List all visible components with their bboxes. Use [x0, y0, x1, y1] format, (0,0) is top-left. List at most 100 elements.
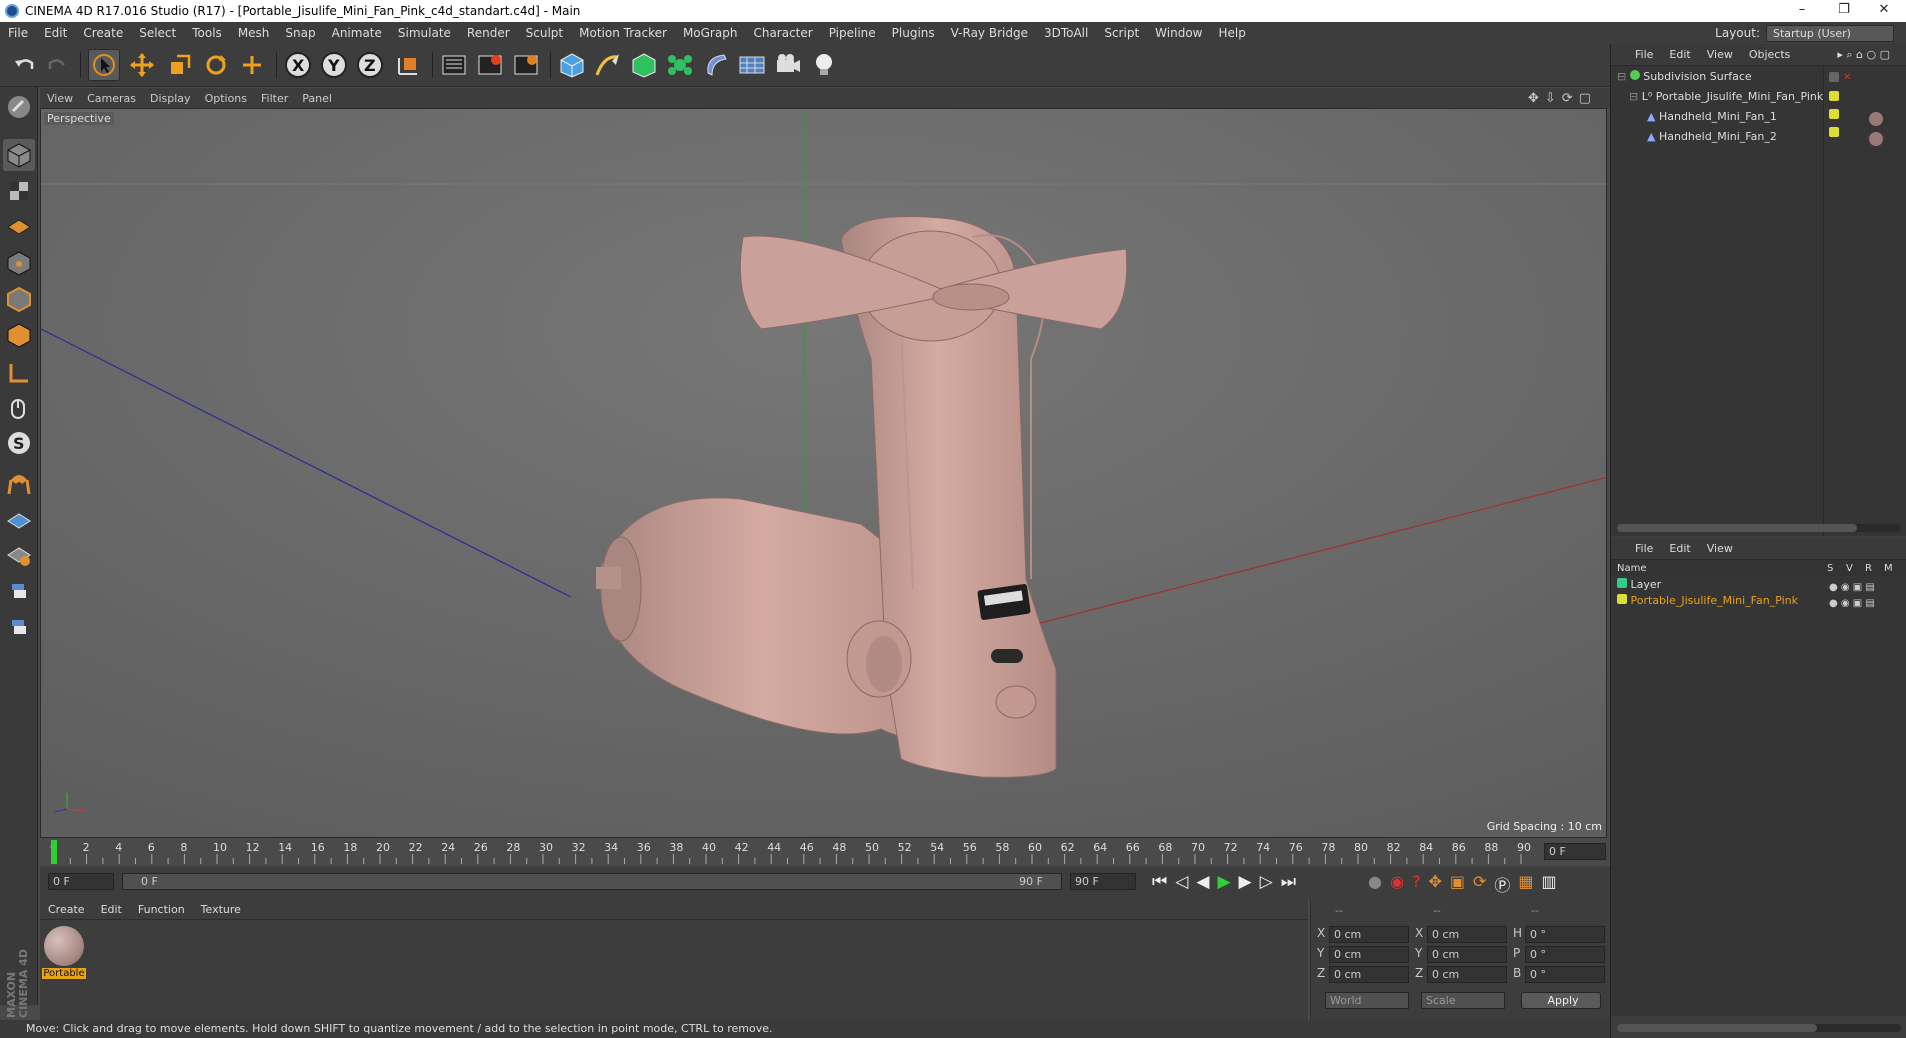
autokey-icon[interactable]: ◉: [1390, 872, 1404, 896]
live-selection-icon[interactable]: [236, 49, 268, 81]
restore-button[interactable]: ❐: [1824, 0, 1864, 22]
object-row-handheld-fan-1[interactable]: ▲ Handheld_Mini_Fan_1: [1647, 108, 1777, 126]
coordinate-system-icon[interactable]: [392, 49, 424, 81]
menu-sculpt[interactable]: Sculpt: [518, 26, 571, 40]
record-icon[interactable]: ●: [1368, 872, 1382, 896]
layer-swatch-icon[interactable]: [1829, 127, 1839, 137]
layer-swatch-icon[interactable]: [1829, 91, 1839, 101]
menu-simulate[interactable]: Simulate: [390, 26, 459, 40]
material-tag-icon[interactable]: [1869, 112, 1883, 126]
key-position-icon[interactable]: ✥: [1428, 872, 1441, 896]
layout-dropdown[interactable]: Startup (User): [1766, 24, 1894, 42]
grid-snap-icon[interactable]: [3, 539, 35, 571]
rotation-h-field[interactable]: 0 °: [1525, 926, 1605, 943]
material-tag-icon[interactable]: [1869, 132, 1883, 146]
menu-window[interactable]: Window: [1147, 26, 1210, 40]
go-to-end-icon[interactable]: ⏭: [1281, 872, 1296, 892]
menu-render[interactable]: Render: [459, 26, 518, 40]
size-mode-dropdown[interactable]: Scale: [1421, 992, 1505, 1009]
y-axis-lock-icon[interactable]: Y: [318, 49, 350, 81]
end-frame-field[interactable]: 90 F: [1070, 873, 1136, 890]
layers-menu-file[interactable]: File: [1627, 542, 1661, 555]
objects-menu-view[interactable]: View: [1699, 48, 1741, 61]
rotate-tool-icon[interactable]: [200, 49, 232, 81]
coordinate-space-dropdown[interactable]: World: [1325, 992, 1409, 1009]
timeline-ruler[interactable]: 0246810121416182022242628303234363840424…: [40, 838, 1610, 866]
size-y-field[interactable]: 0 cm: [1427, 946, 1507, 963]
minimize-button[interactable]: –: [1782, 0, 1822, 22]
material-menu-function[interactable]: Function: [130, 903, 193, 916]
rotation-b-field[interactable]: 0 °: [1525, 966, 1605, 983]
menu-vray-bridge[interactable]: V-Ray Bridge: [943, 26, 1036, 40]
render-settings-icon[interactable]: [510, 49, 542, 81]
tweak-mode-icon[interactable]: [3, 393, 35, 425]
menu-file[interactable]: File: [0, 26, 36, 40]
z-axis-lock-icon[interactable]: Z: [354, 49, 386, 81]
menu-character[interactable]: Character: [745, 26, 820, 40]
layer-swatch-icon[interactable]: [1829, 109, 1839, 119]
python-icon[interactable]: [3, 575, 35, 607]
scale-tool-icon[interactable]: [164, 49, 196, 81]
cube-primitive-icon[interactable]: [556, 49, 588, 81]
render-to-picture-viewer-icon[interactable]: [474, 49, 506, 81]
deformer-icon[interactable]: [700, 49, 732, 81]
menu-create[interactable]: Create: [75, 26, 131, 40]
points-mode-icon[interactable]: [3, 247, 35, 279]
keyframe-selection-icon[interactable]: ?: [1412, 872, 1421, 896]
key-scale-icon[interactable]: ▣: [1450, 872, 1465, 896]
object-tree-scrollbar[interactable]: [1617, 524, 1901, 532]
playhead[interactable]: [51, 840, 57, 864]
position-z-field[interactable]: 0 cm: [1329, 966, 1409, 983]
objects-menu-edit[interactable]: Edit: [1661, 48, 1698, 61]
go-to-start-icon[interactable]: ⏮: [1152, 872, 1167, 892]
menu-help[interactable]: Help: [1210, 26, 1253, 40]
menu-edit[interactable]: Edit: [36, 26, 75, 40]
select-arrow-icon[interactable]: [88, 49, 120, 81]
next-key-icon[interactable]: ▷: [1260, 872, 1273, 892]
menu-snap[interactable]: Snap: [277, 26, 323, 40]
menu-animate[interactable]: Animate: [324, 26, 390, 40]
viewport-navigation-icons[interactable]: ✥⇩⟳▢: [1521, 91, 1604, 106]
viewport-menu-filter[interactable]: Filter: [254, 92, 295, 105]
floor-scene-icon[interactable]: [736, 49, 768, 81]
layers-menu-edit[interactable]: Edit: [1661, 542, 1698, 555]
grid-workplane-icon[interactable]: [3, 505, 35, 537]
position-y-field[interactable]: 0 cm: [1329, 946, 1409, 963]
menu-select[interactable]: Select: [131, 26, 184, 40]
subdivision-surface-icon[interactable]: [628, 49, 660, 81]
visibility-off-icon[interactable]: ✕: [1843, 72, 1851, 83]
redo-icon[interactable]: [42, 49, 74, 81]
key-rotation-icon[interactable]: ⟳: [1473, 872, 1486, 896]
light-bulb-icon[interactable]: [808, 49, 840, 81]
menu-3dtoall[interactable]: 3DToAll: [1036, 26, 1096, 40]
layers-menu-view[interactable]: View: [1699, 542, 1741, 555]
material-menu-edit[interactable]: Edit: [93, 903, 130, 916]
object-row-handheld-fan-2[interactable]: ▲ Handheld_Mini_Fan_2: [1647, 128, 1777, 146]
apply-button[interactable]: Apply: [1521, 992, 1601, 1009]
close-button[interactable]: ✕: [1864, 0, 1904, 22]
previous-key-icon[interactable]: ◁: [1175, 872, 1188, 892]
edit-tag-icon[interactable]: [1829, 72, 1839, 82]
menu-tools[interactable]: Tools: [184, 26, 230, 40]
key-pla-icon[interactable]: ▦: [1518, 872, 1533, 896]
mograph-cloner-icon[interactable]: [664, 49, 696, 81]
model-mode-icon[interactable]: [3, 139, 35, 171]
python-icon[interactable]: [3, 611, 35, 643]
make-editable-icon[interactable]: [3, 91, 35, 123]
viewport-menu-panel[interactable]: Panel: [295, 92, 339, 105]
menu-mesh[interactable]: Mesh: [230, 26, 278, 40]
rotation-p-field[interactable]: 0 °: [1525, 946, 1605, 963]
edges-mode-icon[interactable]: [3, 283, 35, 315]
material-swatch[interactable]: Portable: [42, 926, 86, 984]
object-row-portable-fan[interactable]: ⊟ L⁰ Portable_Jisulife_Mini_Fan_Pink: [1629, 88, 1823, 106]
layer-flag-icons[interactable]: ● ◉ ▣ ▤ ● ◉ ▣ ▤: [1829, 580, 1875, 612]
material-menu-texture[interactable]: Texture: [193, 903, 249, 916]
current-frame-field[interactable]: 0 F: [1544, 843, 1606, 860]
frame-range-slider[interactable]: 0 F 90 F: [122, 873, 1062, 890]
timeline-layout-icon[interactable]: ▥: [1542, 872, 1557, 896]
x-axis-lock-icon[interactable]: X: [282, 49, 314, 81]
viewport-menu-options[interactable]: Options: [198, 92, 254, 105]
layer-row-portable-fan[interactable]: Portable_Jisulife_Mini_Fan_Pink: [1617, 592, 1798, 610]
size-z-field[interactable]: 0 cm: [1427, 966, 1507, 983]
texture-mode-icon[interactable]: [3, 175, 35, 207]
